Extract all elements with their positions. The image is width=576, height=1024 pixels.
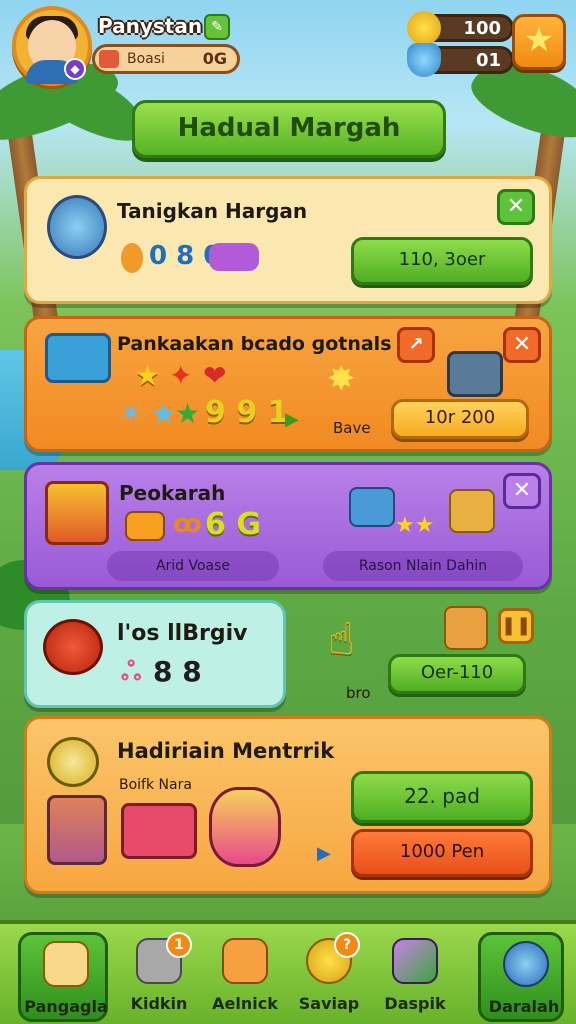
- red-bird-icon: ❤: [203, 359, 227, 392]
- play-arrow-icon[interactable]: ▶: [285, 409, 299, 430]
- treasure-chest-icon: [447, 351, 503, 397]
- house-icon: [43, 941, 89, 987]
- nav-item-saviap[interactable]: ? Saviap: [284, 932, 374, 1022]
- favorites-star-button[interactable]: ★: [512, 14, 566, 70]
- nav-label: Aelnick: [212, 994, 278, 1013]
- nav-label: Saviap: [298, 994, 360, 1013]
- close-icon[interactable]: ✕: [503, 327, 541, 363]
- pause-icon[interactable]: ❚❚: [498, 608, 534, 644]
- card-title: Pankaakan bcado ɡotnals: [117, 333, 392, 355]
- owl-icon: [47, 737, 99, 787]
- card-digits: 6 G: [205, 507, 261, 542]
- nav-item-home[interactable]: Pangagla: [18, 932, 108, 1022]
- main-title-button[interactable]: Hadual Margah: [132, 100, 446, 158]
- orange-gem-icon: [121, 243, 143, 273]
- anvil-icon: [349, 487, 395, 527]
- red-star-icon: ✦: [169, 359, 193, 392]
- stat-label: Boasi: [127, 51, 165, 67]
- star-icon: ★★: [395, 513, 435, 538]
- card-tanigkan: Tanigkan Hargan 0 8 0 ✕ 110, 3oer: [24, 176, 552, 304]
- sparkle-icon: ✸: [327, 359, 356, 399]
- card4-label: bro: [346, 684, 371, 702]
- card-los: l'os llBrgiv ஃ 8 8: [24, 600, 286, 708]
- card-hadiriain: Hadiriain Mentrrik Boifk Nara ▶ 22. pad …: [24, 716, 552, 894]
- right-pill: Rason Nlain Dahin: [323, 551, 523, 581]
- card2-label: Bave: [333, 419, 371, 437]
- gold-coin-icon: [407, 11, 441, 45]
- card5-red-button[interactable]: 1000 Pen: [351, 829, 533, 877]
- card2-action-button[interactable]: 10r 200: [391, 399, 529, 439]
- nav-item-settings[interactable]: Daralah: [478, 932, 564, 1022]
- nav-item-daspik[interactable]: Daspik: [370, 932, 460, 1022]
- meat-icon: [43, 619, 103, 675]
- nav-label: Kidkin: [130, 994, 188, 1013]
- cyan-star-icon: ★: [151, 397, 177, 430]
- card5-subtitle: Boifk Nara: [119, 777, 192, 793]
- crate-icon: [125, 511, 165, 541]
- notification-badge: 1: [166, 932, 192, 958]
- book-icon: [222, 938, 268, 984]
- card-numbers: 8 8: [153, 655, 202, 688]
- close-icon[interactable]: ✕: [497, 189, 535, 225]
- left-pill: Arid Voase: [107, 551, 279, 581]
- bags-icon: [45, 481, 109, 545]
- pencil-icon: [392, 938, 438, 984]
- card-title: Tanigkan Hargan: [117, 199, 308, 223]
- level-badge-icon: ◆: [64, 58, 86, 80]
- stat-value: 0G: [202, 49, 227, 68]
- share-icon[interactable]: ↗: [397, 327, 435, 363]
- edit-name-icon[interactable]: ✎: [204, 14, 230, 40]
- player-stat-bar: Boasi 0G: [92, 44, 240, 74]
- card-title: Hadiriain Mentrrik: [117, 739, 335, 763]
- gold-counter[interactable]: 100: [407, 11, 514, 45]
- star-icon: ★: [135, 359, 161, 392]
- gift-stack-icon: [47, 795, 107, 865]
- chest-icon: [449, 489, 495, 533]
- gem-counter[interactable]: 01: [407, 43, 514, 77]
- swirl-icon: ꝏ: [173, 509, 202, 539]
- stat-icon: [99, 50, 119, 68]
- card-title: Peokarah: [119, 481, 226, 505]
- card1-action-button[interactable]: 110, 3oer: [351, 237, 533, 285]
- green-star-icon: ★: [175, 397, 201, 430]
- pink-item-icon: ஃ: [121, 657, 142, 687]
- gem-icon: [407, 43, 441, 77]
- play-arrow-icon[interactable]: ▶: [317, 843, 331, 864]
- card-digits: 9 9 1: [205, 395, 289, 430]
- gear-icon: [503, 941, 549, 987]
- blocks-icon: [45, 333, 111, 383]
- nav-item-aelnick[interactable]: Aelnick: [200, 932, 290, 1022]
- card-los-actions: ☝ bro ❚❚ Oer-110: [290, 600, 552, 708]
- player-name: Panystan: [98, 14, 203, 38]
- crate-icon: [444, 606, 488, 650]
- card-peokarah: Peokarah ꝏ 6 G Arid Voase Rason Nlain Da…: [24, 462, 552, 590]
- pet-icon: [209, 787, 281, 867]
- card-title: l'os llBrgiv: [117, 621, 248, 646]
- gem-value: 01: [475, 50, 501, 71]
- shield-icon: [47, 195, 107, 259]
- bottom-nav: Pangagla 1 Kidkin Aelnick ? Saviap Daspi…: [0, 920, 576, 1024]
- card-pankaakan: Pankaakan bcado ɡotnals ★ ✦ ❤ ✶ ★ ★ 9 9 …: [24, 316, 552, 452]
- nav-label: Daspik: [384, 994, 446, 1013]
- player-avatar[interactable]: ◆: [12, 6, 92, 86]
- blue-star-icon: ✶: [119, 397, 143, 430]
- card5-green-button[interactable]: 22. pad: [351, 771, 533, 823]
- top-bar: ◆ Panystan ✎ Boasi 0G 100 01 ★: [0, 0, 576, 90]
- gold-value: 100: [463, 18, 501, 39]
- close-icon[interactable]: ✕: [503, 473, 541, 509]
- toy-chest-icon: [121, 803, 197, 859]
- thumbs-up-icon: ☝: [328, 614, 355, 665]
- nav-item-kidkin[interactable]: 1 Kidkin: [114, 932, 204, 1022]
- card4-action-button[interactable]: Oer-110: [388, 654, 526, 694]
- purple-item-icon: [209, 243, 259, 271]
- nav-label: Daralah: [488, 997, 560, 1016]
- notification-badge: ?: [334, 932, 360, 958]
- nav-label: Pangagla: [24, 997, 108, 1016]
